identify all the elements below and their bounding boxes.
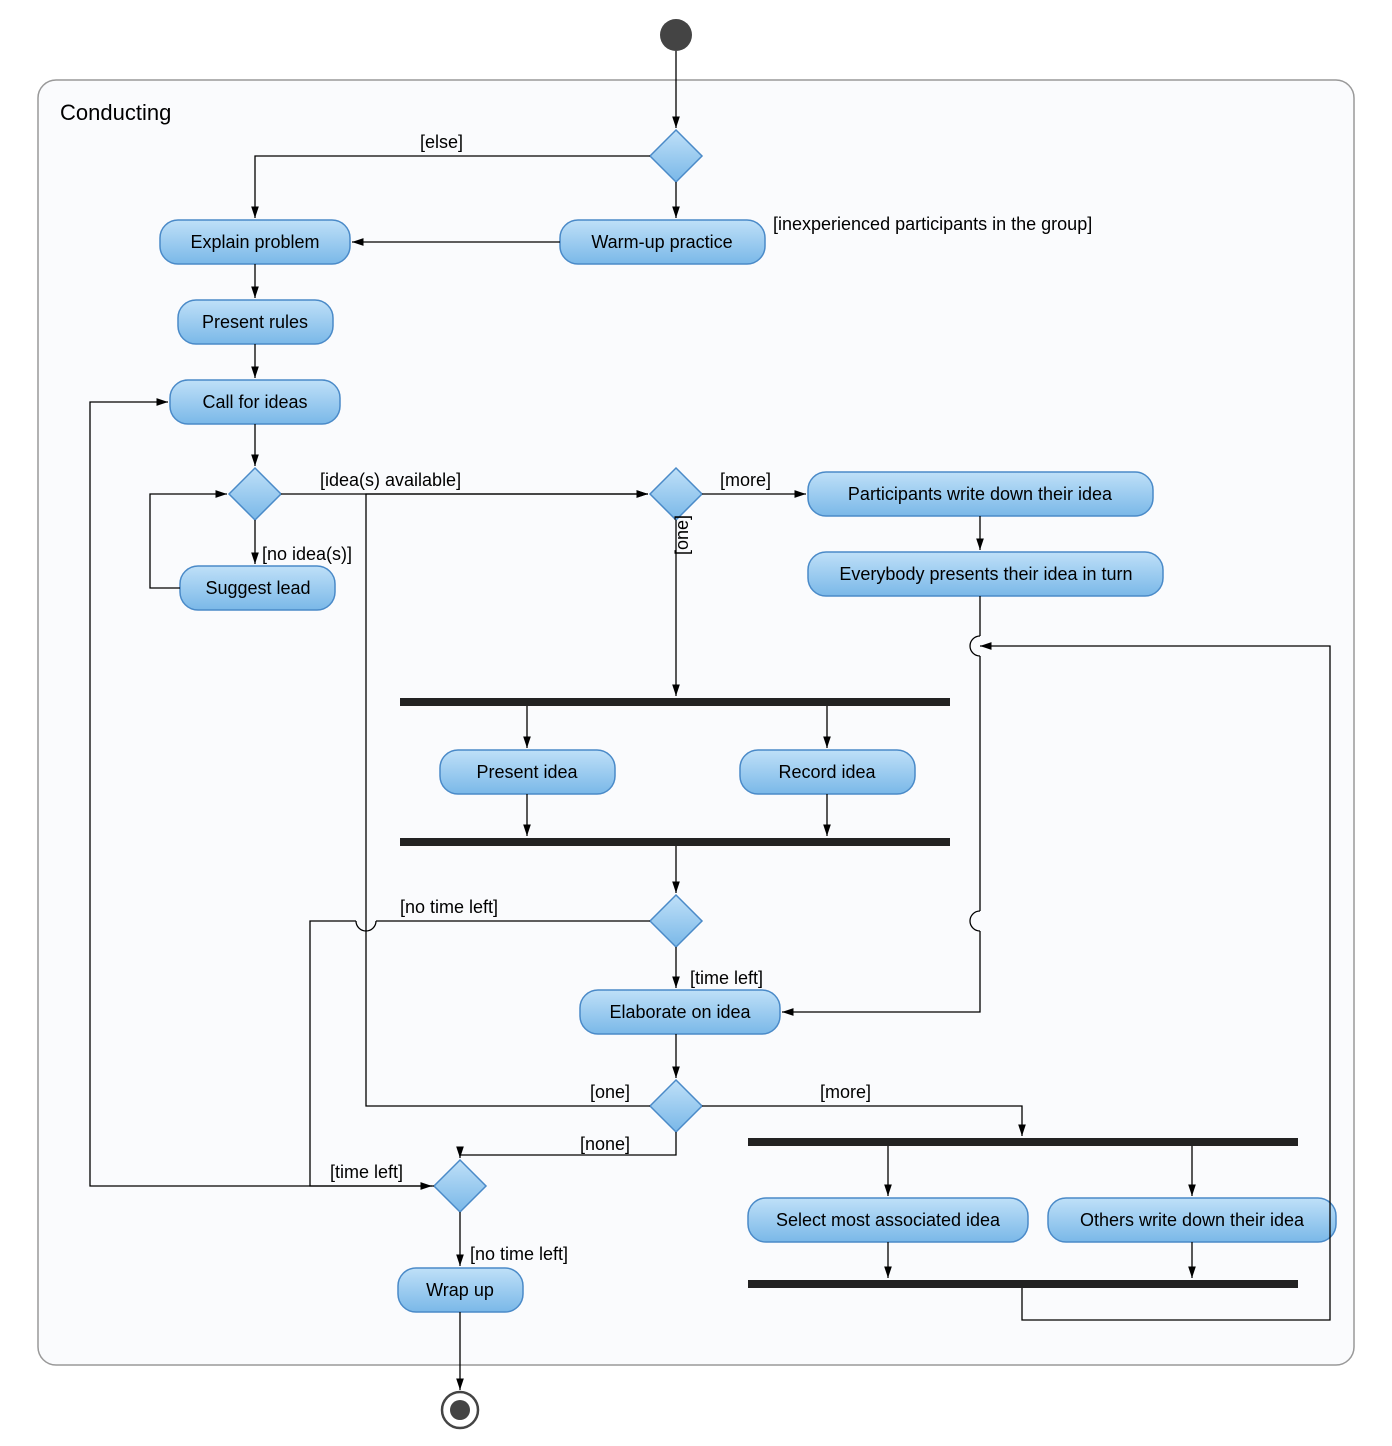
guard-more2: [more]: [820, 1082, 871, 1102]
activity-record-idea-label: Record idea: [778, 762, 876, 782]
activity-others-write-label: Others write down their idea: [1080, 1210, 1305, 1230]
activity-call-for-ideas-label: Call for ideas: [202, 392, 307, 412]
activity-present-idea-label: Present idea: [476, 762, 578, 782]
guard-no-time-left2: [no time left]: [470, 1244, 568, 1264]
frame-title: Conducting: [60, 100, 171, 125]
activity-elaborate-label: Elaborate on idea: [609, 1002, 751, 1022]
final-node-inner: [450, 1400, 470, 1420]
guard-time-left2: [time left]: [330, 1162, 403, 1182]
guard-more1: [more]: [720, 470, 771, 490]
guard-no-ideas: [no idea(s)]: [262, 544, 352, 564]
fork2: [748, 1138, 1298, 1146]
guard-inexperienced: [inexperienced participants in the group…: [773, 214, 1092, 234]
activity-everybody-presents-label: Everybody presents their idea in turn: [839, 564, 1132, 584]
fork1: [400, 698, 950, 706]
activity-participants-write-label: Participants write down their idea: [848, 484, 1113, 504]
join2: [748, 1280, 1298, 1288]
guard-none: [none]: [580, 1134, 630, 1154]
activity-suggest-lead-label: Suggest lead: [205, 578, 310, 598]
guard-no-time-left1: [no time left]: [400, 897, 498, 917]
initial-node: [660, 19, 692, 51]
activity-explain-label: Explain problem: [190, 232, 319, 252]
activity-diagram: Conducting Warm-up practice Explain prob…: [0, 0, 1392, 1446]
activity-present-rules-label: Present rules: [202, 312, 308, 332]
activity-warmup-label: Warm-up practice: [591, 232, 732, 252]
join1: [400, 838, 950, 846]
activity-select-most-label: Select most associated idea: [776, 1210, 1001, 1230]
guard-ideas-available: [idea(s) available]: [320, 470, 461, 490]
guard-one2: [one]: [590, 1082, 630, 1102]
activity-wrap-up-label: Wrap up: [426, 1280, 494, 1300]
guard-one1: [one]: [672, 515, 692, 555]
frame: [38, 80, 1354, 1365]
guard-else: [else]: [420, 132, 463, 152]
guard-time-left1: [time left]: [690, 968, 763, 988]
